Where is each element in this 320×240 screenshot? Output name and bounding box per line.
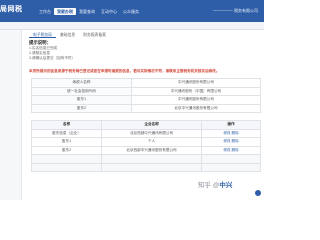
watermark-brand: 中兴 [219, 182, 233, 189]
top-navbar: 局网税 工作台 我要办税 我要查询 互动中心 公众服务 一一一一一 税务有限公司 [0, 0, 264, 22]
empty-cell [201, 154, 261, 164]
watermark: 知乎 @中兴 [198, 179, 232, 189]
row-action-link[interactable]: 修改 删除 [201, 145, 261, 155]
tab-report-filing[interactable]: 财务报表备案 [79, 32, 110, 38]
table-row[interactable]: 股东1 个人 修改 删除 [31, 137, 261, 147]
info-form: 纳税人名称 中兴通讯股份有限公司 统一社会信用代码 中兴通讯股份（中国）有限公司… [31, 78, 261, 113]
user-info[interactable]: 一一一一一 税务有限公司 [213, 8, 258, 14]
form-row: 统一社会信用代码 中兴通讯股份（中国）有限公司 [31, 86, 261, 96]
main-content: 电子税务局 基础信息 财务报表备案 提示说明： 1.实名信息已完成 2.请核实信… [23, 30, 264, 200]
nav-item-query[interactable]: 我要查询 [76, 8, 98, 15]
row-action-link[interactable]: 修改 删除 [201, 128, 261, 138]
tab-basic-info[interactable]: 基础信息 [56, 32, 79, 38]
sub-bar [0, 22, 264, 30]
nav-item-public[interactable]: 公众服务 [120, 8, 142, 15]
watermark-prefix: 知乎 @ [198, 182, 220, 189]
table-row-empty [31, 154, 261, 164]
form-label: 纳税人名称 [31, 78, 132, 88]
column-header-company: 企业名称 [101, 120, 202, 130]
cell-company: 北京西部中兴通讯有限公司 [101, 128, 202, 138]
column-header-name: 名称 [31, 120, 102, 130]
notice-warning: 本页所展示的信息来源于税务局已登记或您在申报时填报的信息，若与实际情况不符，请联… [29, 69, 220, 73]
row-action-link[interactable]: 修改 删除 [201, 137, 261, 147]
form-value: 北京中兴通讯股份有限公司 [131, 103, 261, 113]
nav-item-workbench[interactable]: 工作台 [36, 8, 54, 15]
cell-name: 股东2 [31, 145, 102, 155]
empty-cell [101, 162, 202, 172]
left-rail [0, 30, 22, 200]
main-nav: 工作台 我要办税 我要查询 互动中心 公众服务 [36, 8, 142, 15]
form-value: 中兴通讯股份（中国）有限公司 [131, 86, 261, 96]
cell-name: 股东信息（企业） [31, 128, 102, 138]
cell-company: 个人 [101, 137, 202, 147]
form-label: 统一社会信用代码 [31, 86, 132, 96]
tab-bar: 电子税务局 基础信息 财务报表备案 [29, 32, 110, 38]
form-value: 中兴通讯股份有限公司 [131, 95, 261, 105]
form-value: 中兴通讯股份有限公司 [131, 78, 261, 88]
notice-line: 3.请确认后提交（如有不符） [29, 55, 76, 60]
form-row: 股东2 北京中兴通讯股份有限公司 [31, 103, 261, 113]
empty-cell [101, 154, 202, 164]
empty-cell [31, 154, 102, 164]
shareholder-table: 名称 企业名称 操作 股东信息（企业） 北京西部中兴通讯有限公司 修改 删除 股… [31, 120, 261, 172]
table-row-empty [31, 162, 261, 172]
cell-name: 股东1 [31, 137, 102, 147]
nav-item-interaction[interactable]: 互动中心 [98, 8, 120, 15]
form-label: 股东2 [31, 103, 132, 113]
empty-cell [201, 162, 261, 172]
nav-item-tax[interactable]: 我要办税 [54, 8, 76, 15]
cell-company: 北京西部中兴通讯股份有限公司 [101, 145, 202, 155]
notice-panel: 提示说明： 1.实名信息已完成 2.请核实信息 3.请确认后提交（如有不符） 本… [29, 40, 261, 74]
table-row[interactable]: 股东信息（企业） 北京西部中兴通讯有限公司 修改 删除 [31, 128, 261, 138]
form-row: 股东1 中兴通讯股份有限公司 [31, 95, 261, 105]
app-logo: 局网税 [0, 6, 23, 13]
help-float-icon[interactable] [255, 190, 261, 196]
form-label: 股东1 [31, 95, 132, 105]
column-header-action: 操作 [201, 120, 261, 130]
table-header-row: 名称 企业名称 操作 [31, 120, 261, 130]
empty-cell [31, 162, 102, 172]
form-row: 纳税人名称 中兴通讯股份有限公司 [31, 78, 261, 88]
table-row[interactable]: 股东2 北京西部中兴通讯股份有限公司 修改 删除 [31, 145, 261, 155]
tab-e-tax[interactable]: 电子税务局 [29, 32, 56, 38]
